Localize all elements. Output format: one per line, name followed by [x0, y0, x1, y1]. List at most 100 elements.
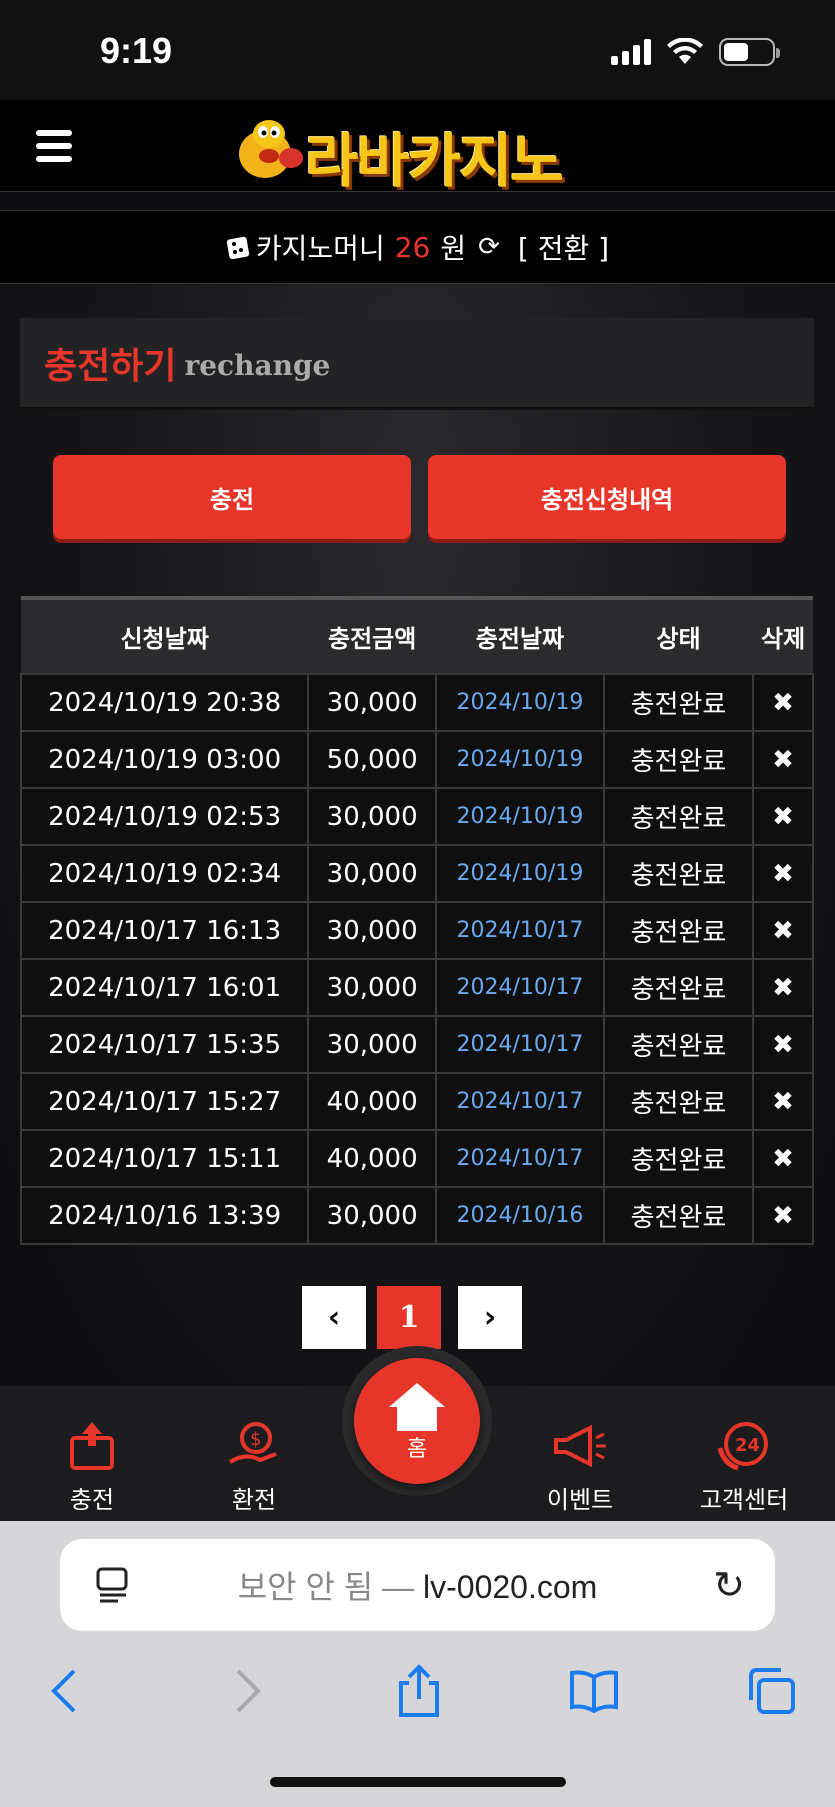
megaphone-icon	[550, 1416, 610, 1476]
table-row: 2024/10/17 15:27 40,000 2024/10/17 충전완료 ✖	[19, 1072, 814, 1131]
home-icon	[389, 1383, 445, 1431]
amount: 50,000	[307, 730, 438, 789]
status: 충전완료	[602, 1129, 755, 1188]
amount: 40,000	[307, 1072, 438, 1131]
status-icons	[611, 38, 780, 66]
table-row: 2024/10/19 03:00 50,000 2024/10/19 충전완료 ✖	[19, 730, 814, 789]
delete-icon[interactable]: ✖	[752, 673, 814, 732]
nav-support-label: 고객센터	[699, 1486, 789, 1514]
table-row: 2024/10/16 13:39 30,000 2024/10/16 충전완료 ✖	[19, 1186, 814, 1245]
amount: 30,000	[307, 844, 438, 903]
home-button-wrap: 홈	[342, 1346, 492, 1496]
status: 충전완료	[602, 958, 755, 1017]
status: 충전완료	[602, 787, 755, 846]
table-row: 2024/10/17 15:35 30,000 2024/10/17 충전완료 ✖	[19, 1015, 814, 1074]
table-row: 2024/10/19 02:53 30,000 2024/10/19 충전완료 ✖	[19, 787, 814, 846]
delete-icon[interactable]: ✖	[752, 901, 814, 960]
page-next-button[interactable]: ›	[458, 1286, 522, 1349]
home-button[interactable]: 홈	[354, 1358, 480, 1484]
tabs-icon[interactable]	[744, 1661, 800, 1721]
forward-icon[interactable]	[228, 1661, 268, 1721]
battery-icon	[719, 38, 780, 66]
request-date: 2024/10/19 03:00	[19, 730, 310, 789]
support-24-icon: 24	[716, 1416, 772, 1476]
page-current[interactable]: 1	[377, 1286, 441, 1349]
share-icon[interactable]	[394, 1661, 444, 1721]
delete-icon[interactable]: ✖	[752, 844, 814, 903]
status: 충전완료	[602, 1015, 755, 1074]
charge-date: 2024/10/17	[435, 1072, 605, 1131]
col-delete: 삭제	[753, 596, 813, 674]
nav-support[interactable]: 24 고객센터	[684, 1416, 804, 1515]
reload-icon[interactable]: ↻	[713, 1563, 745, 1607]
back-icon[interactable]	[44, 1661, 84, 1721]
svg-text:24: 24	[735, 1435, 760, 1456]
amount: 30,000	[307, 673, 438, 732]
amount: 40,000	[307, 1129, 438, 1188]
menu-icon[interactable]	[36, 130, 72, 162]
logo-text: 라바카지노	[305, 127, 564, 195]
money-unit: 원	[440, 232, 467, 265]
delete-icon[interactable]: ✖	[752, 787, 814, 846]
nav-charge[interactable]: 충전	[32, 1416, 152, 1515]
table-header-row: 신청날짜 충전금액 충전날짜 상태 삭제	[21, 596, 813, 674]
bookmarks-icon[interactable]	[566, 1661, 622, 1721]
delete-icon[interactable]: ✖	[752, 1186, 814, 1245]
table-row: 2024/10/19 20:38 30,000 2024/10/19 충전완료 ✖	[19, 673, 814, 732]
amount: 30,000	[307, 1186, 438, 1245]
charge-date: 2024/10/17	[435, 901, 605, 960]
charge-date: 2024/10/19	[435, 730, 605, 789]
casino-money-bar: 카지노머니 26 원 ⟳ [ 전환 ]	[0, 210, 835, 284]
wifi-icon	[667, 38, 703, 64]
request-date: 2024/10/16 13:39	[19, 1186, 310, 1245]
refresh-icon[interactable]: ⟳	[478, 232, 500, 262]
home-label: 홈	[406, 1437, 428, 1462]
delete-icon[interactable]: ✖	[752, 958, 814, 1017]
request-date: 2024/10/17 15:35	[19, 1015, 310, 1074]
charge-date: 2024/10/19	[435, 673, 605, 732]
delete-icon[interactable]: ✖	[752, 1015, 814, 1074]
status: 충전완료	[602, 901, 755, 960]
charge-date: 2024/10/19	[435, 787, 605, 846]
col-request-date: 신청날짜	[21, 596, 309, 674]
col-charge-date: 충전날짜	[436, 596, 604, 674]
nav-charge-label: 충전	[69, 1486, 115, 1514]
charge-history-table: 신청날짜 충전금액 충전날짜 상태 삭제 2024/10/19 20:38 30,…	[19, 596, 814, 1245]
site-header: 라바카지노	[0, 100, 835, 195]
charge-history-button[interactable]: 충전신청내역	[428, 455, 786, 539]
page-prev-button[interactable]: ‹	[302, 1286, 366, 1349]
request-date: 2024/10/17 16:01	[19, 958, 310, 1017]
cellular-signal-icon	[611, 39, 651, 65]
nav-event-label: 이벤트	[546, 1486, 614, 1514]
amount: 30,000	[307, 958, 438, 1017]
money-amount: 26	[394, 230, 431, 264]
charge-date: 2024/10/19	[435, 844, 605, 903]
status-bar: 9:19	[0, 0, 835, 100]
table-row: 2024/10/19 02:34 30,000 2024/10/19 충전완료 ✖	[19, 844, 814, 903]
status: 충전완료	[602, 730, 755, 789]
address-bar[interactable]: 보안 안 됨 — lv-0020.com ↻	[60, 1539, 775, 1631]
nav-event[interactable]: 이벤트	[520, 1416, 640, 1515]
nav-exchange[interactable]: $ 환전	[194, 1416, 314, 1515]
money-label: 카지노머니	[255, 232, 385, 265]
browser-toolbar: 보안 안 됨 — lv-0020.com ↻	[0, 1521, 835, 1807]
request-date: 2024/10/17 15:11	[19, 1129, 310, 1188]
amount: 30,000	[307, 1015, 438, 1074]
col-status: 상태	[603, 596, 754, 674]
swap-link[interactable]: [ 전환 ]	[518, 227, 609, 267]
delete-icon[interactable]: ✖	[752, 730, 814, 789]
dice-icon	[226, 236, 250, 260]
delete-icon[interactable]: ✖	[752, 1129, 814, 1188]
svg-text:$: $	[250, 1429, 261, 1450]
charge-button[interactable]: 충전	[53, 455, 411, 539]
delete-icon[interactable]: ✖	[752, 1072, 814, 1131]
request-date: 2024/10/17 15:27	[19, 1072, 310, 1131]
status: 충전완료	[602, 1186, 755, 1245]
page-title-box: 충전하기 rechange	[20, 318, 814, 410]
site-logo[interactable]: 라바카지노	[225, 108, 615, 195]
insecure-label: 보안 안 됨 —	[237, 1569, 415, 1605]
page-subtitle: rechange	[184, 349, 331, 382]
status: 충전완료	[602, 673, 755, 732]
nav-exchange-label: 환전	[231, 1486, 277, 1514]
col-amount: 충전금액	[308, 596, 437, 674]
